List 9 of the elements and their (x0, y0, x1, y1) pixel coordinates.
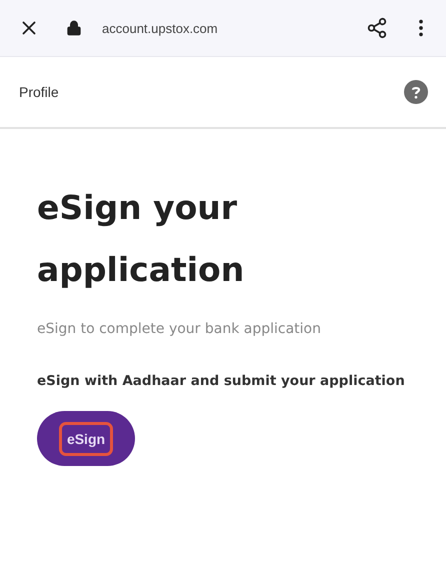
header-title: Profile (19, 84, 59, 100)
subtitle-text: eSign to complete your bank application (37, 321, 322, 337)
instruction-text: eSign with Aadhaar and submit your application (37, 373, 406, 389)
lock-icon (66, 20, 82, 36)
page-heading: eSign your application (37, 187, 246, 291)
esign-button[interactable]: eSign (37, 411, 135, 466)
url-text[interactable]: account.upstox.com (102, 20, 366, 36)
share-icon[interactable] (366, 17, 388, 39)
help-icon[interactable] (404, 80, 428, 104)
